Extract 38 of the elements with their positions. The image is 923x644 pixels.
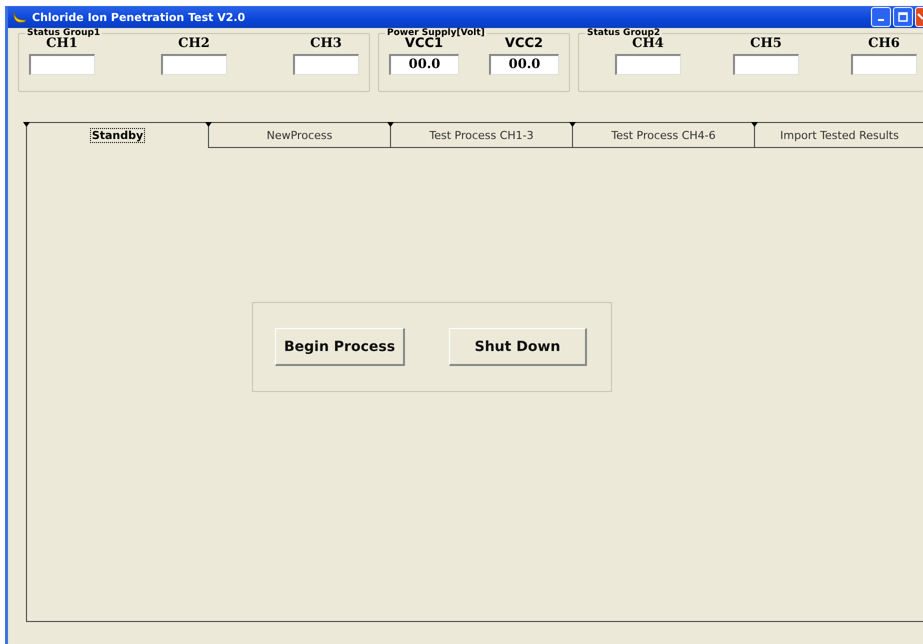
- tab[interactable]: Import Tested Results: [754, 122, 923, 148]
- channel-field[interactable]: [161, 54, 227, 75]
- voltage-field[interactable]: 00.0: [489, 54, 559, 75]
- group-title: Status Group2: [586, 28, 660, 38]
- channel-label: CH5: [750, 36, 782, 51]
- window-title: Chloride Ion Penetration Test V2.0: [32, 10, 246, 24]
- group-title: Power Supply[Volt]: [386, 28, 486, 38]
- action-button[interactable]: Shut Down: [449, 328, 587, 366]
- tab-marker-icon: [569, 122, 576, 127]
- voltage-label: VCC2: [504, 36, 544, 51]
- close-button[interactable]: [915, 7, 923, 27]
- channel-field[interactable]: [851, 54, 917, 75]
- minimize-button[interactable]: [871, 7, 891, 27]
- voltage-label: VCC1: [404, 36, 444, 51]
- channel-field[interactable]: [29, 54, 95, 75]
- tab[interactable]: Test Process CH1-3: [390, 122, 572, 148]
- tab[interactable]: NewProcess: [208, 122, 390, 148]
- channel-label: CH4: [632, 36, 664, 51]
- channel-label: CH3: [310, 36, 342, 51]
- close-icon: [916, 12, 922, 22]
- action-button[interactable]: Begin Process: [275, 328, 405, 366]
- tab-marker-icon: [387, 122, 394, 127]
- maximize-icon: [898, 12, 908, 22]
- tab-marker-icon: [751, 122, 758, 127]
- channel-field[interactable]: [615, 54, 681, 75]
- channel-field[interactable]: [733, 54, 799, 75]
- minimize-icon: [878, 19, 884, 21]
- maximize-button[interactable]: [893, 7, 913, 27]
- tab-marker-icon: [23, 122, 30, 127]
- tab-marker-icon: [205, 122, 212, 127]
- banana-icon: [12, 10, 28, 24]
- tab[interactable]: Test Process CH4-6: [572, 122, 754, 148]
- group-title: Status Group1: [26, 28, 102, 38]
- voltage-field[interactable]: 00.0: [389, 54, 459, 75]
- channel-label: CH1: [46, 36, 78, 51]
- channel-field[interactable]: [293, 54, 359, 75]
- channel-label: CH2: [178, 36, 210, 51]
- channel-label: CH6: [868, 36, 900, 51]
